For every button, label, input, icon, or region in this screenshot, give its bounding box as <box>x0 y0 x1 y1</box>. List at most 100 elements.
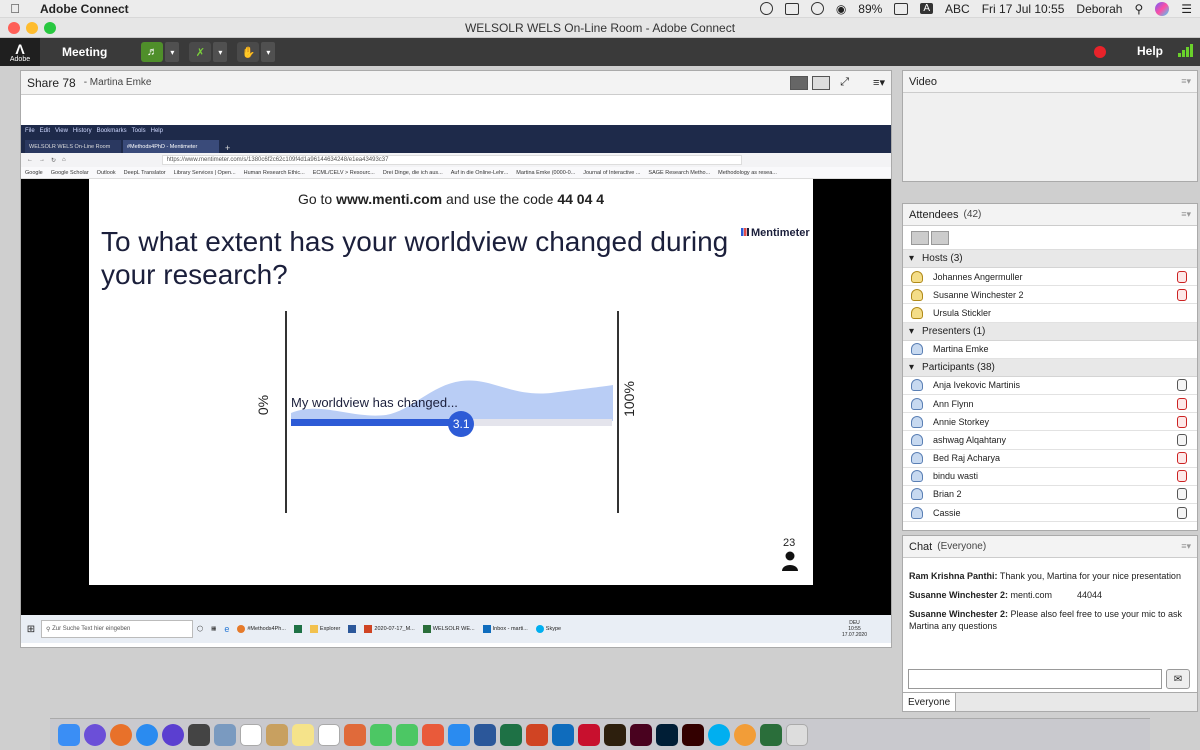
skype-icon[interactable] <box>708 723 730 746</box>
microphone-muted-icon[interactable] <box>1177 288 1187 301</box>
actual-size-icon[interactable] <box>812 75 831 90</box>
wifi-icon[interactable]: ◉ <box>836 2 846 16</box>
apple-menu-icon[interactable]:  <box>0 1 30 16</box>
powerpoint-icon[interactable] <box>526 723 548 746</box>
bridge-icon[interactable] <box>604 723 626 746</box>
bookmark-item[interactable]: Methodology as resea... <box>718 170 777 176</box>
speaker-icon[interactable]: ♬ <box>141 42 164 62</box>
browser-tab-active[interactable]: #Methods4PhD - Mentimeter <box>123 140 219 153</box>
pod-menu-icon[interactable]: ≡▾ <box>873 76 885 89</box>
siri-icon[interactable] <box>1155 1 1170 16</box>
input-source-label[interactable]: ABC <box>945 2 970 16</box>
microphone-muted-icon[interactable] <box>1177 452 1187 465</box>
chevron-down-icon[interactable]: ▾ <box>213 42 228 62</box>
close-window-icon[interactable] <box>8 22 20 34</box>
app-menu[interactable]: Adobe Connect <box>40 2 129 16</box>
notes-icon[interactable] <box>292 723 314 746</box>
raise-hand-icon[interactable]: ✋ <box>237 42 260 62</box>
taskbar-item[interactable]: Explorer <box>306 625 344 633</box>
bookmark-item[interactable]: SAGE Research Metho... <box>648 170 710 176</box>
browser-menu-item[interactable]: Edit <box>40 128 50 134</box>
attendee-group-header[interactable]: ▾ Participants (38) <box>903 358 1197 377</box>
acrobat-icon[interactable] <box>578 723 600 746</box>
address-bar[interactable]: https://www.mentimeter.com/s/1380c6f2c62… <box>161 155 742 165</box>
attendee-row[interactable]: Anja Ivekovic Martinis <box>903 377 1197 395</box>
calendar-icon[interactable] <box>240 723 262 746</box>
bookmark-item[interactable]: Library Services | Open... <box>174 170 236 176</box>
microphone-icon[interactable] <box>1177 488 1187 501</box>
app-icon[interactable] <box>188 723 210 746</box>
microphone-muted-icon[interactable] <box>1177 270 1187 283</box>
taskbar-item[interactable]: Inbox - marti... <box>479 625 532 633</box>
music-icon[interactable] <box>422 723 444 746</box>
battery-status[interactable]: 89% <box>858 2 882 16</box>
fullscreen-icon[interactable]: ⤢ <box>840 76 849 89</box>
browser-menu-item[interactable]: Bookmarks <box>97 128 127 134</box>
raise-hand-control[interactable]: ✋ ▾ <box>237 42 276 62</box>
back-icon[interactable]: ← <box>27 157 33 163</box>
taskbar-item[interactable]: 2020-07-17_M... <box>360 625 418 633</box>
photoshop-icon[interactable] <box>656 723 678 746</box>
task-view-icon[interactable]: ▦ <box>207 626 220 632</box>
bookmark-item[interactable]: Outlook <box>97 170 116 176</box>
indesign-icon[interactable] <box>630 723 652 746</box>
bookmark-item[interactable]: Human Research Ethic... <box>244 170 305 176</box>
attendee-row[interactable]: Susanne Winchester 2 <box>903 286 1197 305</box>
notification-center-icon[interactable]: ☰ <box>1181 2 1192 16</box>
browser-menu-item[interactable]: File <box>25 128 35 134</box>
microphone-muted-icon[interactable] <box>1177 415 1187 428</box>
chat-input[interactable] <box>908 669 1162 689</box>
spotlight-icon[interactable]: ⚲ <box>1134 2 1143 16</box>
bookmark-item[interactable]: Auf in die Online-Lehr... <box>451 170 508 176</box>
contacts-icon[interactable] <box>266 723 288 746</box>
microphone-control[interactable]: ✗ ▾ <box>189 42 228 62</box>
help-menu[interactable]: Help <box>1137 44 1163 58</box>
bookmark-item[interactable]: Journal of Interactive ... <box>583 170 640 176</box>
attendee-row[interactable]: Cassie <box>903 504 1197 523</box>
list-view-icon[interactable] <box>911 230 929 245</box>
microphone-icon[interactable] <box>1177 379 1187 392</box>
attendee-row[interactable]: Ursula Stickler <box>903 304 1197 323</box>
attendee-group-header[interactable]: ▾ Hosts (3) <box>903 250 1197 268</box>
browser-menu-item[interactable]: History <box>73 128 92 134</box>
edge-icon[interactable]: e <box>220 624 233 634</box>
bookmark-item[interactable]: Google <box>25 170 43 176</box>
reminders-icon[interactable] <box>318 723 340 746</box>
bookmark-item[interactable]: Google Scholar <box>51 170 89 176</box>
outlook-icon[interactable] <box>552 723 574 746</box>
pod-menu-icon[interactable]: ≡▾ <box>1181 76 1197 87</box>
microphone-muted-icon[interactable]: ✗ <box>189 42 212 62</box>
taskbar-search-input[interactable]: ⚲ Zur Suche Text hier eingeben <box>41 620 193 638</box>
app-icon[interactable] <box>734 723 756 746</box>
attendee-row[interactable]: Brian 2 <box>903 486 1197 505</box>
taskbar-clock[interactable]: DEU 10:55 17.07.2020 <box>842 620 891 638</box>
app-store-icon[interactable] <box>448 723 470 746</box>
taskbar-item[interactable]: Skype <box>532 625 565 633</box>
clock[interactable]: Fri 17 Jul 10:55 <box>982 2 1065 16</box>
speaker-control[interactable]: ♬ ▾ <box>141 42 180 62</box>
bookmark-item[interactable]: ECML/CELV > Resourc... <box>313 170 375 176</box>
airplay-icon[interactable] <box>784 2 799 15</box>
microphone-muted-icon[interactable] <box>1177 470 1187 483</box>
status-view-icon[interactable] <box>931 230 949 245</box>
bookmark-item[interactable]: DeepL Translator <box>124 170 166 176</box>
windows-start-icon[interactable]: ⊞ <box>21 624 41 635</box>
word-icon[interactable] <box>474 723 496 746</box>
attendee-row[interactable]: bindu wasti <box>903 468 1197 486</box>
excel-icon[interactable] <box>290 625 306 633</box>
fit-view-icon[interactable] <box>790 75 809 90</box>
siri-dock-icon[interactable] <box>162 723 184 746</box>
bookmark-item[interactable]: Martina Emke (0000-0... <box>516 170 575 176</box>
photos-icon[interactable] <box>344 723 366 746</box>
input-source-icon[interactable]: A <box>920 3 933 14</box>
chat-recipient-tab[interactable]: Everyone <box>903 693 957 711</box>
send-message-icon[interactable]: ✉ <box>1166 669 1190 689</box>
pod-menu-icon[interactable]: ≡▾ <box>1181 209 1197 220</box>
chevron-down-icon[interactable]: ▾ <box>909 362 914 373</box>
record-indicator-icon[interactable] <box>1094 46 1106 58</box>
microphone-icon[interactable] <box>1177 433 1187 446</box>
browser-tab[interactable]: WELSOLR WELS On-Line Room <box>25 140 121 153</box>
attendee-row[interactable]: Bed Raj Acharya <box>903 450 1197 468</box>
excel-icon[interactable] <box>500 723 522 746</box>
chevron-down-icon[interactable]: ▾ <box>909 253 914 264</box>
